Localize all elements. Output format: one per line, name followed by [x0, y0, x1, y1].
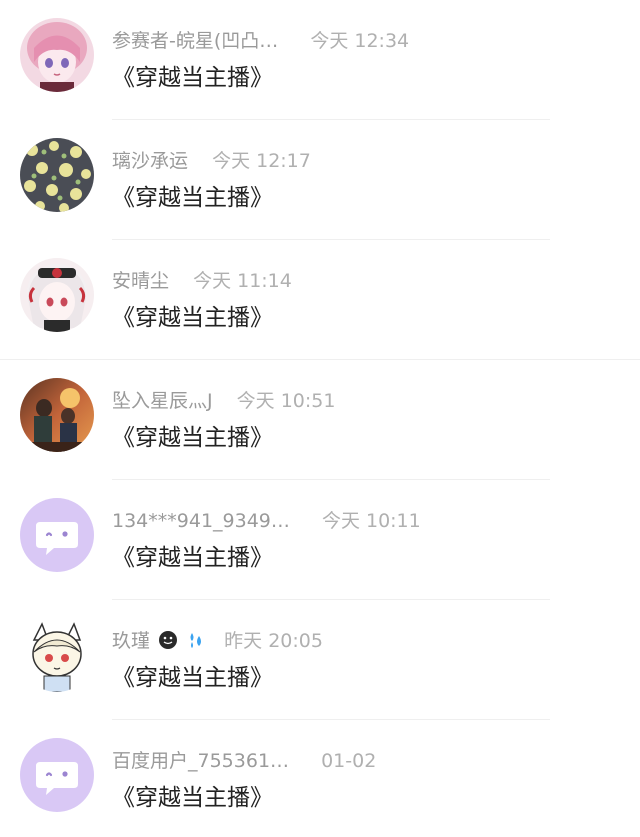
- comment-list: 参赛者-皖星(凹凸… 今天 12:34 《穿越当主播》 璃沙承运 今天 12:1…: [0, 0, 640, 837]
- avatar[interactable]: [20, 378, 94, 452]
- comment-item[interactable]: 璃沙承运 今天 12:17 《穿越当主播》: [0, 120, 640, 240]
- timestamp: 今天 11:14: [193, 270, 292, 292]
- avatar[interactable]: [20, 618, 94, 692]
- comment-text: 《穿越当主播》: [112, 185, 273, 211]
- comment-meta: 安晴尘 今天 11:14: [112, 266, 292, 296]
- timestamp: 今天 10:11: [321, 510, 421, 532]
- avatar-anime-white-hair-icon: [20, 258, 94, 332]
- username[interactable]: 134***941_9349…: [112, 510, 290, 532]
- username[interactable]: 玖瑾: [112, 626, 150, 653]
- avatar-anime-cat-ear-girl-icon: [20, 618, 94, 692]
- comment-item[interactable]: 玖瑾 昨天 20:05 《穿越当主播》: [0, 600, 640, 720]
- timestamp: 昨天 20:05: [224, 630, 323, 652]
- chat-bubble-icon: [20, 498, 94, 572]
- comment-text: 《穿越当主播》: [112, 785, 273, 811]
- comment-meta: 玖瑾 昨天 20:05: [112, 626, 323, 656]
- avatar-photo-two-people-icon: [20, 378, 94, 452]
- comment-item[interactable]: 百度用户_755361… 01-02 《穿越当主播》: [0, 720, 640, 837]
- chat-bubble-icon: [20, 738, 94, 812]
- comment-meta: 参赛者-皖星(凹凸… 今天 12:34: [112, 26, 409, 56]
- timestamp: 今天 12:34: [310, 30, 410, 52]
- comment-meta: 134***941_9349… 今天 10:11: [112, 506, 421, 536]
- comment-meta: 璃沙承运 今天 12:17: [112, 146, 311, 176]
- comment-text: 《穿越当主播》: [112, 545, 273, 571]
- comment-text: 《穿越当主播》: [112, 425, 273, 451]
- timestamp: 今天 12:17: [212, 150, 311, 172]
- username[interactable]: 百度用户_755361…: [112, 746, 289, 773]
- comment-item[interactable]: 134***941_9349… 今天 10:11 《穿越当主播》: [0, 480, 640, 600]
- username[interactable]: 参赛者-皖星(凹凸…: [112, 26, 278, 53]
- comment-meta: 百度用户_755361… 01-02: [112, 746, 376, 776]
- comment-text: 《穿越当主播》: [112, 305, 273, 331]
- avatar[interactable]: [20, 738, 94, 812]
- comment-text: 《穿越当主播》: [112, 65, 273, 91]
- avatar-flower-pattern-icon: [20, 138, 94, 212]
- sweat-drops-icon: [190, 633, 202, 648]
- timestamp: 今天 10:51: [236, 390, 336, 412]
- comment-item[interactable]: 坠入星辰灬J 今天 10:51 《穿越当主播》: [0, 360, 640, 480]
- comment-item[interactable]: 参赛者-皖星(凹凸… 今天 12:34 《穿越当主播》: [0, 0, 640, 120]
- avatar[interactable]: [20, 18, 94, 92]
- dark-smiley-icon: [159, 631, 178, 649]
- comment-text: 《穿越当主播》: [112, 665, 273, 691]
- username[interactable]: 安晴尘: [112, 266, 169, 293]
- comment-item[interactable]: 安晴尘 今天 11:14 《穿越当主播》: [0, 240, 640, 360]
- avatar-anime-pink-hair-icon: [20, 18, 94, 92]
- avatar[interactable]: [20, 498, 94, 572]
- avatar[interactable]: [20, 258, 94, 332]
- username[interactable]: 璃沙承运: [112, 146, 188, 173]
- timestamp: 01-02: [321, 750, 377, 772]
- username[interactable]: 坠入星辰灬J: [112, 386, 213, 413]
- avatar[interactable]: [20, 138, 94, 212]
- comment-meta: 坠入星辰灬J 今天 10:51: [112, 386, 335, 416]
